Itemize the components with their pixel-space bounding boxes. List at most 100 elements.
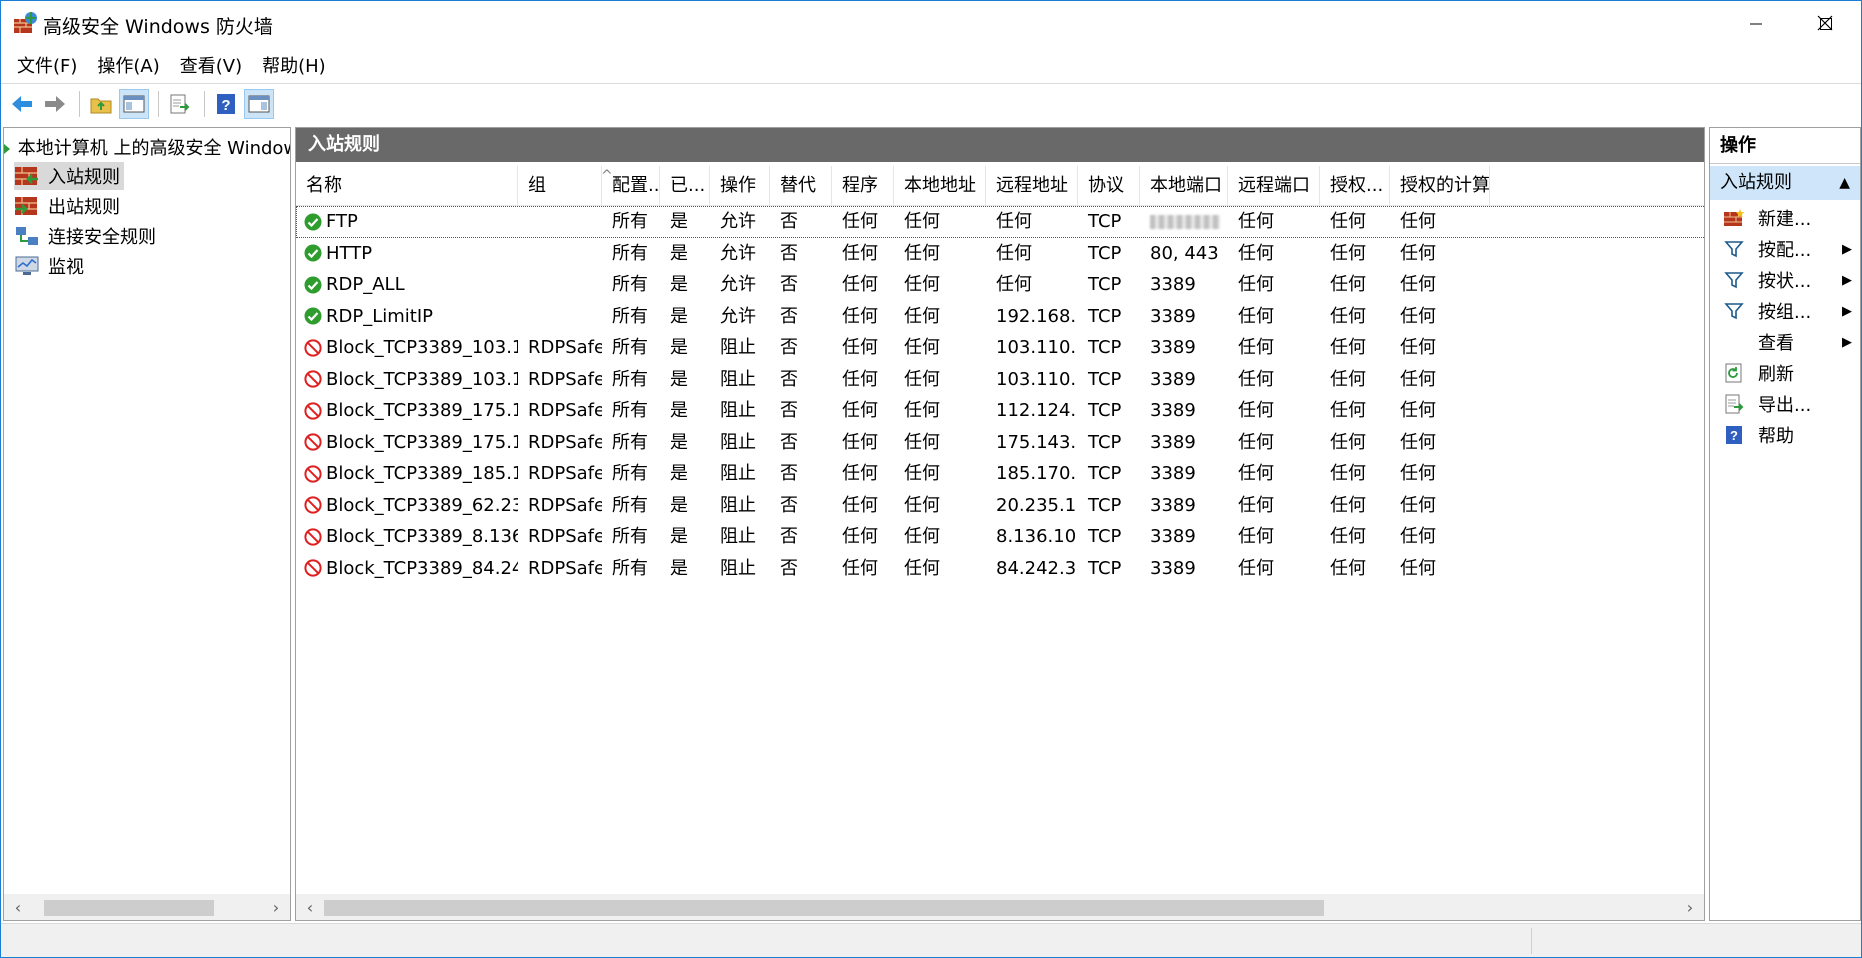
show-hide-action-pane-button[interactable] xyxy=(244,88,274,119)
actions-pane: 操作 入站规则 ▲ 新建... 按配... ▶ 按状... ▶ 按组... ▶ 查看 ▶ 刷新 导出… xyxy=(1709,127,1861,921)
allow-check-icon xyxy=(304,276,322,294)
column-header-protocol[interactable]: 协议 xyxy=(1078,166,1140,206)
table-row[interactable]: Block_TCP3389_62.233.5... RDPSafe 所有是 阻止 否 任何… xyxy=(296,490,1704,522)
cell-local-address: 任何 xyxy=(904,557,940,579)
cell-authorized-users: 任何 xyxy=(1330,305,1366,327)
cell-program: 任何 xyxy=(842,400,878,421)
scroll-left-icon[interactable]: ‹ xyxy=(8,897,28,917)
tree-horizontal-scrollbar[interactable]: ‹ › xyxy=(4,894,290,920)
window-close-button[interactable] xyxy=(1790,0,1860,46)
cell-authorized-computers: 任何 xyxy=(1400,494,1436,516)
cell-authorized-users: 任何 xyxy=(1330,431,1366,453)
action-filter-by-group[interactable]: 按组... ▶ xyxy=(1710,295,1860,327)
cell-profile: 所有 xyxy=(612,211,648,232)
action-refresh[interactable]: 刷新 xyxy=(1710,357,1860,389)
menu-file[interactable]: 文件(F) xyxy=(9,48,85,82)
cell-enabled: 是 xyxy=(670,305,688,327)
menu-view[interactable]: 查看(V) xyxy=(172,48,250,82)
table-row[interactable]: RDP_LimitIP 所有是 允许 否 任何 任何 192.168.... TCP 3389 任… xyxy=(296,301,1704,333)
column-header-profile[interactable]: 配置... xyxy=(602,166,660,206)
column-header-authorized-users[interactable]: 授权... xyxy=(1320,166,1390,206)
table-row[interactable]: Block_TCP3389_185.170.... RDPSafe 所有 是 阻止 否 任何… xyxy=(296,458,1704,490)
cell-override: 否 xyxy=(780,274,798,295)
table-row[interactable]: Block_TCP3389_175.143....RDPSafe所有是阻止否任何… xyxy=(296,427,1704,459)
cell-program: 任何 xyxy=(842,526,878,547)
actions-section-header[interactable]: 入站规则 ▲ xyxy=(1710,166,1860,200)
forward-button[interactable] xyxy=(40,89,70,119)
cell-action: 阻止 xyxy=(720,337,756,358)
status-bar xyxy=(1,923,1861,957)
column-header-authorized-computers[interactable]: 授权的计算机 xyxy=(1390,166,1490,206)
table-row[interactable]: Block_TCP3389_8.136.10... RDPSafe 所有 是 阻止 否 任何… xyxy=(296,521,1704,553)
action-help[interactable]: ? 帮助 xyxy=(1710,419,1860,451)
cell-name: RDP_LimitIP xyxy=(296,301,518,333)
cell-authorized-computers: 任何 xyxy=(1400,400,1436,421)
cell-profile: 所有 xyxy=(612,242,648,264)
cell-protocol: TCP xyxy=(1088,274,1122,295)
scroll-right-icon[interactable]: › xyxy=(266,897,286,917)
table-row[interactable]: Block_TCP3389_103.110....RDPSafe所有是阻止否任何… xyxy=(296,332,1704,364)
column-header-program[interactable]: 程序 xyxy=(832,166,894,206)
collapse-up-icon[interactable]: ▲ xyxy=(1839,166,1850,200)
scrollbar-thumb[interactable] xyxy=(324,900,1324,916)
help-button[interactable]: ? xyxy=(211,89,241,119)
column-header-remote-port[interactable]: 远程端口 xyxy=(1228,166,1320,206)
column-header-override[interactable]: 替代 xyxy=(770,166,832,206)
cell-authorized-computers: 任何 xyxy=(1400,242,1436,264)
table-row[interactable]: Block_TCP3389_84.242.3... RDPSafe 所有是 阻止 否 任何… xyxy=(296,553,1704,585)
action-view[interactable]: 查看 ▶ xyxy=(1710,326,1860,358)
cell-enabled: 是 xyxy=(670,463,688,484)
tree-item-inbound-rules[interactable]: 入站规则 xyxy=(14,162,124,190)
table-row[interactable]: RDP_ALL 所有 是 允许 否 任何 任何 任何 TCP 3389 任何 任何 任何 xyxy=(296,269,1704,301)
action-filter-by-state[interactable]: 按状... ▶ xyxy=(1710,264,1860,296)
monitor-icon xyxy=(15,256,39,275)
column-header-name[interactable]: 名称 xyxy=(296,166,518,206)
tree-root-label: 本地计算机 上的高级安全 Windows xyxy=(17,138,291,159)
menu-action[interactable]: 操作(A) xyxy=(89,48,167,82)
column-header-local-address[interactable]: 本地地址 xyxy=(894,166,986,206)
back-button[interactable] xyxy=(7,89,37,119)
tree-item-connection-security-rules[interactable]: 连接安全规则 xyxy=(14,222,160,250)
column-header-action[interactable]: 操作 xyxy=(710,166,770,206)
cell-local-address: 任何 xyxy=(904,431,940,453)
cell-action: 阻止 xyxy=(720,431,756,453)
export-list-button[interactable] xyxy=(165,89,195,119)
cell-authorized-users: 任何 xyxy=(1330,526,1366,547)
table-row[interactable]: HTTP 所有是 允许 否 任何 任何 任何 TCP 80, 443 任何 任何 任何 xyxy=(296,238,1704,270)
column-header-local-port[interactable]: 本地端口 xyxy=(1140,166,1228,206)
tree-expander-icon xyxy=(4,144,10,154)
cell-enabled: 是 xyxy=(670,431,688,453)
scroll-left-icon[interactable]: ‹ xyxy=(300,897,320,917)
column-header-enabled[interactable]: 已... xyxy=(660,166,710,206)
rules-horizontal-scrollbar[interactable]: ‹ › xyxy=(296,894,1704,920)
up-level-button[interactable] xyxy=(86,89,116,119)
action-label: 按组... xyxy=(1758,302,1812,323)
column-header-remote-address[interactable]: 远程地址 xyxy=(986,166,1078,206)
cell-profile: 所有 xyxy=(612,305,648,327)
scrollbar-thumb[interactable] xyxy=(44,900,214,916)
cell-authorized-computers: 任何 xyxy=(1400,274,1436,295)
action-filter-by-profile[interactable]: 按配... ▶ xyxy=(1710,233,1860,265)
tree-item-outbound-rules[interactable]: 出站规则 xyxy=(14,192,124,220)
action-export-list[interactable]: 导出... xyxy=(1710,388,1860,420)
tree-root[interactable]: 本地计算机 上的高级安全 Windows xyxy=(4,134,291,160)
cell-group xyxy=(518,206,602,238)
table-row[interactable]: Block_TCP3389_175.143....RDPSafe所有是阻止否任何… xyxy=(296,395,1704,427)
cell-local-address: 任何 xyxy=(904,337,940,358)
tree-item-monitoring[interactable]: 监视 xyxy=(14,252,88,280)
table-row[interactable]: Block_TCP3389_103.110....RDPSafe所有是阻止否任何… xyxy=(296,364,1704,396)
cell-authorized-users: 任何 xyxy=(1330,494,1366,516)
cell-action: 允许 xyxy=(720,242,756,264)
svg-text:?: ? xyxy=(221,97,230,114)
column-header-group[interactable]: 组 xyxy=(518,166,602,206)
cell-program: 任何 xyxy=(842,557,878,579)
show-hide-tree-button[interactable] xyxy=(119,88,149,119)
action-new-rule[interactable]: 新建... xyxy=(1710,202,1860,234)
minimize-button[interactable] xyxy=(1721,1,1791,47)
menu-help[interactable]: 帮助(H) xyxy=(254,48,334,82)
cell-remote-port: 任何 xyxy=(1238,431,1274,453)
scroll-right-icon[interactable]: › xyxy=(1680,897,1700,917)
cell-local-port: 3389 xyxy=(1150,337,1196,358)
table-row[interactable]: FTP 所有 是 允许 否 任何 任何 任何 TCP 任何 任何 任何 xyxy=(296,206,1704,238)
rule-name: Block_TCP3389_84.242.3... xyxy=(326,557,518,579)
